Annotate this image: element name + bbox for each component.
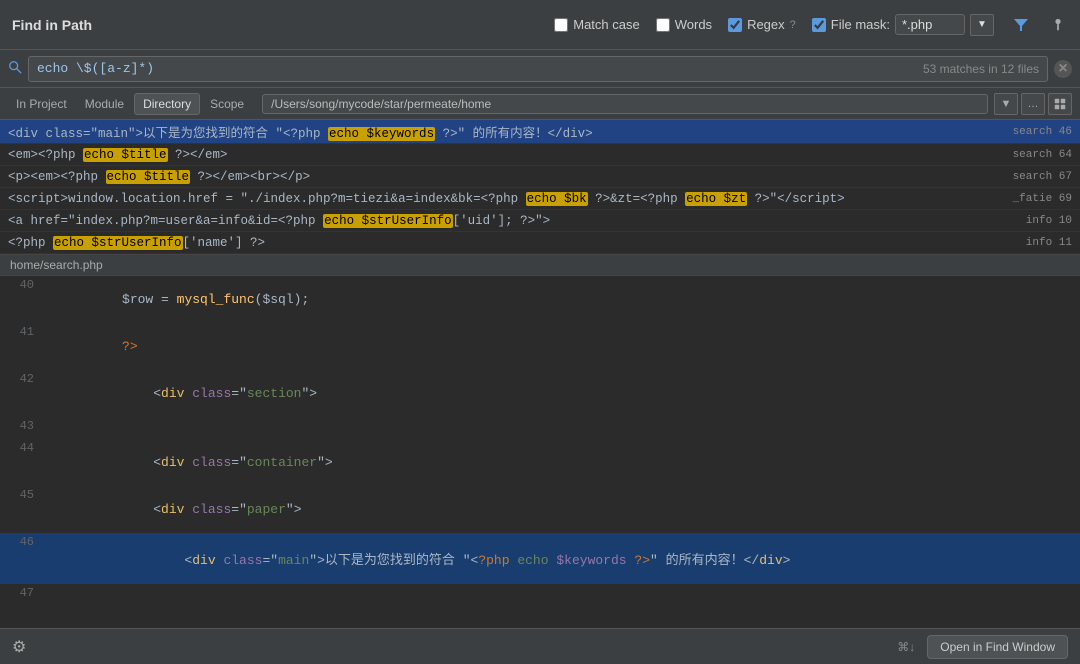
regex-hint: ? — [790, 19, 796, 31]
code-line: 41 ?> — [0, 323, 1080, 370]
words-label[interactable]: Words — [675, 17, 712, 32]
line-content: <div class="container"> — [44, 439, 1080, 486]
result-file: _fatie 69 — [1013, 193, 1072, 205]
toolbar: Find in Path Match case Words Regex ? Fi… — [0, 0, 1080, 50]
result-row[interactable]: <?php echo $strUserInfo['name'] ?> info … — [0, 232, 1080, 254]
line-content: $row = mysql_func($sql); — [44, 276, 1080, 323]
result-row[interactable]: <a href="index.php?m=user&a=info&id=<?ph… — [0, 210, 1080, 232]
line-number: 46 — [4, 533, 44, 549]
file-mask-option: File mask: ▼ — [812, 14, 994, 36]
tab-scope[interactable]: Scope — [202, 94, 252, 114]
code-line: 47 <ul class="list-unstyled"> — [0, 584, 1080, 600]
tab-in-project[interactable]: In Project — [8, 94, 75, 114]
line-number: 40 — [4, 276, 44, 292]
code-line-highlighted: 46 <div class="main">以下是为您找到的符合 "<?php e… — [0, 533, 1080, 584]
code-editor: ⚙ C F S O 40 $row = mysql_func($sql); 41… — [0, 276, 1080, 600]
words-option: Words — [656, 17, 712, 32]
result-code: <a href="index.php?m=user&a=info&id=<?ph… — [8, 214, 1018, 228]
file-mask-checkbox[interactable] — [812, 18, 826, 32]
match-case-checkbox[interactable] — [554, 18, 568, 32]
result-code: <p><em><?php echo $title ?></em><br></p> — [8, 170, 1005, 184]
scope-path-browse-btn[interactable]: ▼ — [994, 93, 1018, 115]
toolbar-title: Find in Path — [12, 17, 92, 33]
search-query: echo \$([a-z]*) — [37, 61, 923, 76]
settings-icon-btn[interactable]: ⚙ — [12, 637, 26, 657]
tab-directory[interactable]: Directory — [134, 93, 200, 115]
regex-label[interactable]: Regex — [747, 17, 785, 32]
match-count: 53 matches in 12 files — [923, 62, 1039, 76]
status-bar: ⚙ ⌘↓ Open in Find Window — [0, 628, 1080, 664]
line-number: 41 — [4, 323, 44, 339]
file-mask-label[interactable]: File mask: — [831, 17, 890, 32]
result-file: search 46 — [1013, 126, 1072, 138]
line-content: <div class="main">以下是为您找到的符合 "<?php echo… — [44, 533, 1080, 584]
open-find-window-btn[interactable]: Open in Find Window — [927, 635, 1068, 659]
result-code: <?php echo $strUserInfo['name'] ?> — [8, 236, 1018, 250]
file-label: home/search.php — [0, 254, 1080, 276]
code-line: 40 $row = mysql_func($sql); — [0, 276, 1080, 323]
line-content: <div class="paper"> — [44, 486, 1080, 533]
search-bar: echo \$([a-z]*) 53 matches in 12 files × — [0, 50, 1080, 88]
keyboard-shortcut: ⌘↓ — [897, 640, 915, 654]
result-code: <div class="main">以下是为您找到的符合 "<?php echo… — [8, 122, 1005, 141]
file-mask-input[interactable] — [895, 14, 965, 35]
tab-module[interactable]: Module — [77, 94, 132, 114]
result-file: info 10 — [1026, 215, 1072, 227]
line-content — [44, 417, 1080, 434]
code-line: 43 — [0, 417, 1080, 439]
results-list: <div class="main">以下是为您找到的符合 "<?php echo… — [0, 120, 1080, 254]
scope-path: /Users/song/mycode/star/permeate/home — [262, 94, 988, 114]
code-line: 42 <div class="section"> — [0, 370, 1080, 417]
search-icon — [8, 60, 22, 77]
line-content: <ul class="list-unstyled"> — [44, 584, 1080, 600]
result-row[interactable]: <em><?php echo $title ?></em> search 64 — [0, 144, 1080, 166]
result-file: search 67 — [1013, 171, 1072, 183]
line-number: 42 — [4, 370, 44, 386]
code-line: 44 <div class="container"> — [0, 439, 1080, 486]
search-close-btn[interactable]: × — [1054, 60, 1072, 78]
result-file: info 11 — [1026, 237, 1072, 249]
match-case-option: Match case — [554, 17, 639, 32]
file-mask-dropdown[interactable]: ▼ — [970, 14, 994, 36]
result-row[interactable]: <p><em><?php echo $title ?></em><br></p>… — [0, 166, 1080, 188]
search-input-wrap: echo \$([a-z]*) 53 matches in 12 files — [28, 56, 1048, 82]
regex-checkbox[interactable] — [728, 18, 742, 32]
regex-option: Regex ? — [728, 17, 796, 32]
line-number: 43 — [4, 417, 44, 433]
code-line: 45 <div class="paper"> — [0, 486, 1080, 533]
result-code: <script>window.location.href = "./index.… — [8, 192, 1005, 206]
line-content: <div class="section"> — [44, 370, 1080, 417]
line-content: ?> — [44, 323, 1080, 370]
line-number: 47 — [4, 584, 44, 600]
words-checkbox[interactable] — [656, 18, 670, 32]
result-file: search 64 — [1013, 149, 1072, 161]
result-row[interactable]: <script>window.location.href = "./index.… — [0, 188, 1080, 210]
filter-icon — [1013, 17, 1029, 33]
line-number: 45 — [4, 486, 44, 502]
scope-path-more-btn[interactable]: … — [1021, 93, 1045, 115]
result-code: <em><?php echo $title ?></em> — [8, 148, 1005, 162]
scope-recursive-btn[interactable] — [1048, 93, 1072, 115]
line-number: 44 — [4, 439, 44, 455]
filter-icon-btn[interactable] — [1010, 14, 1032, 36]
match-case-label[interactable]: Match case — [573, 17, 639, 32]
scope-bar: In Project Module Directory Scope /Users… — [0, 88, 1080, 120]
pin-icon — [1051, 18, 1065, 32]
result-row[interactable]: <div class="main">以下是为您找到的符合 "<?php echo… — [0, 120, 1080, 144]
scope-path-buttons: ▼ … — [994, 93, 1072, 115]
pin-icon-btn[interactable] — [1048, 15, 1068, 35]
